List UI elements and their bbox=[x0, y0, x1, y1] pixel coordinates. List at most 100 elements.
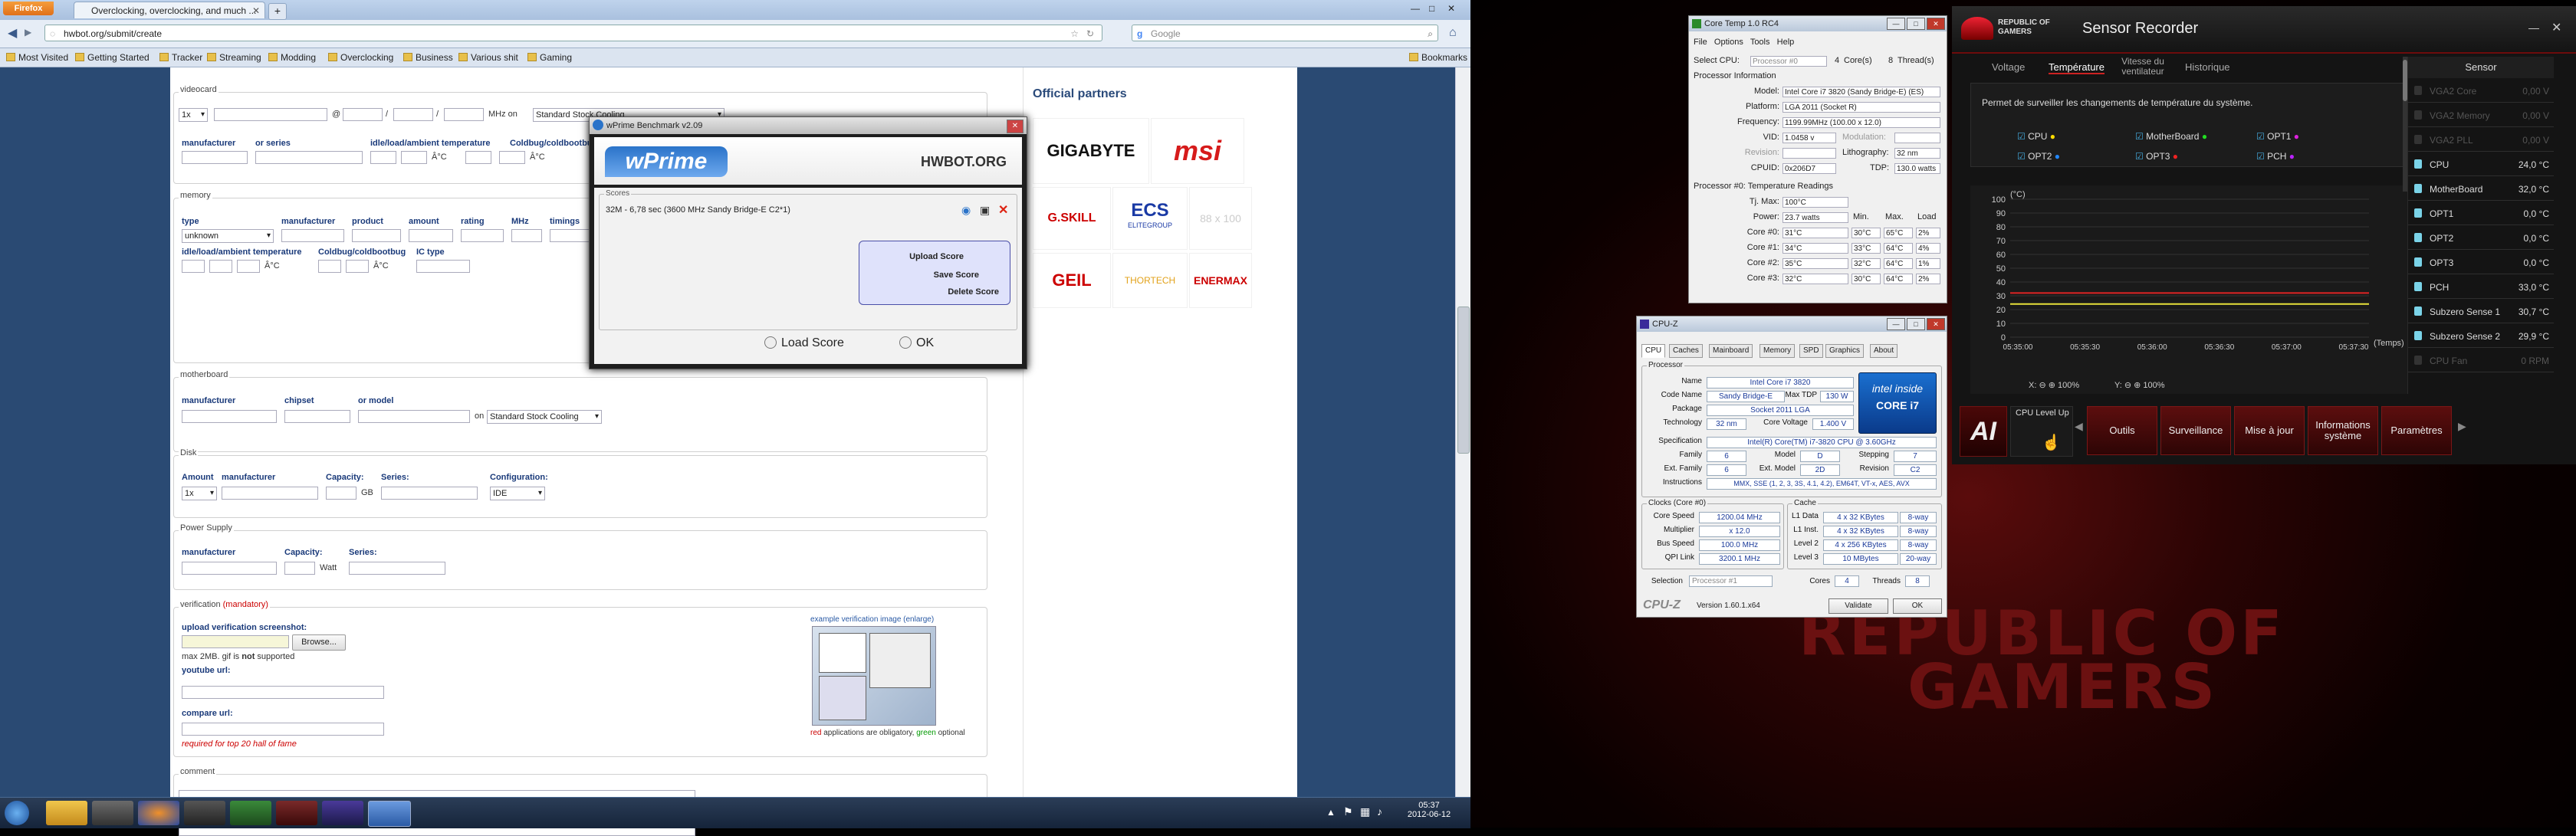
chart-y-zoom[interactable]: Y: ⊖ ⊕ 100% bbox=[2114, 380, 2165, 390]
example-image-link[interactable]: example verification image (enlarge) bbox=[810, 615, 934, 624]
tab-mainboard[interactable]: Mainboard bbox=[1709, 344, 1753, 358]
url-bar[interactable]: ◌ hwbot.org/submit/create ☆ ↻ bbox=[44, 25, 1102, 41]
videocard-name-input[interactable] bbox=[214, 108, 327, 121]
memory-rating-input[interactable] bbox=[461, 229, 504, 242]
tab-temperature[interactable]: Température bbox=[2049, 61, 2104, 74]
memory-mhz-input[interactable] bbox=[511, 229, 542, 242]
system-info-button[interactable]: Informations système bbox=[2308, 406, 2378, 455]
tab-fan-speed[interactable]: Vitesse du ventilateur bbox=[2116, 57, 2170, 77]
menu-file[interactable]: File bbox=[1694, 38, 1707, 47]
bookmark-modding[interactable]: Modding bbox=[268, 48, 316, 67]
mem-idle-temp-input[interactable] bbox=[182, 260, 205, 273]
videocard-series-input[interactable] bbox=[255, 151, 363, 164]
gigabyte-logo[interactable]: GIGABYTE bbox=[1033, 118, 1149, 184]
close-tab-icon[interactable]: ✕ bbox=[252, 2, 260, 18]
minimize-icon[interactable]: — bbox=[1887, 18, 1905, 30]
memory-amount-input[interactable] bbox=[409, 229, 453, 242]
firefox-menu-button[interactable]: Firefox bbox=[3, 2, 54, 15]
videocard-count-select[interactable]: 1x bbox=[179, 108, 208, 122]
enermax-logo[interactable]: ENERMAX bbox=[1189, 253, 1252, 308]
thortech-logo[interactable]: THORTECH bbox=[1112, 253, 1188, 308]
sensor-row[interactable]: CPU 24,0 °C bbox=[2408, 153, 2554, 176]
explorer-taskbar-icon[interactable] bbox=[46, 801, 87, 825]
disk-manufacturer-input[interactable] bbox=[222, 487, 318, 500]
ecs-logo[interactable]: ECS ELITEGROUP bbox=[1112, 187, 1188, 250]
check-opt2[interactable]: ☑ OPT2 ● bbox=[2017, 151, 2060, 162]
memory-product-input[interactable] bbox=[352, 229, 401, 242]
check-opt1[interactable]: ☑ OPT1 ● bbox=[2256, 131, 2299, 142]
close-icon[interactable]: ✕ bbox=[2551, 20, 2561, 35]
maximize-icon[interactable]: □ bbox=[1429, 3, 1434, 14]
geil-logo[interactable]: GEIL bbox=[1033, 253, 1111, 308]
coldbug-input[interactable] bbox=[465, 151, 491, 164]
sensor-row[interactable]: VGA2 Core 0,00 V bbox=[2408, 80, 2554, 103]
bookmark-gaming[interactable]: Gaming bbox=[527, 48, 572, 67]
sensor-row[interactable]: VGA2 Memory 0,00 V bbox=[2408, 104, 2554, 127]
chart-x-zoom[interactable]: X: ⊖ ⊕ 100% bbox=[2029, 380, 2079, 390]
browser-tab[interactable]: Overclocking, overclocking, and much ...… bbox=[74, 2, 265, 18]
ai-suite-logo[interactable]: AI bbox=[1960, 406, 2007, 457]
wprime-taskbar-icon[interactable] bbox=[368, 801, 411, 827]
coldbootbug-input[interactable] bbox=[499, 151, 525, 164]
minimize-icon[interactable]: — bbox=[1887, 318, 1905, 330]
update-button[interactable]: Mise à jour bbox=[2234, 406, 2305, 455]
search-bar[interactable]: g Google ⌕ bbox=[1132, 25, 1438, 41]
upload-score-item[interactable]: Upload Score bbox=[909, 252, 964, 261]
bookmark-getting-started[interactable]: Getting Started bbox=[75, 48, 150, 67]
left-arrow-icon[interactable]: ◀ bbox=[2075, 420, 2083, 433]
sensor-row[interactable]: VGA2 PLL 0,00 V bbox=[2408, 129, 2554, 152]
volume-icon[interactable]: ♪ bbox=[1377, 805, 1382, 818]
app-taskbar-icon[interactable] bbox=[184, 801, 225, 825]
coretemp-taskbar-icon[interactable] bbox=[230, 801, 271, 825]
tab-cpu[interactable]: CPU bbox=[1641, 344, 1666, 358]
tab-spd[interactable]: SPD bbox=[1799, 344, 1823, 358]
mb-manufacturer-input[interactable] bbox=[182, 410, 277, 423]
memory-manufacturer-input[interactable] bbox=[281, 229, 344, 242]
memory-type-select[interactable]: unknown bbox=[182, 229, 274, 243]
bookmark-most-visited[interactable]: Most Visited bbox=[6, 48, 68, 67]
shader-clock-input[interactable] bbox=[444, 108, 484, 121]
mb-model-input[interactable] bbox=[358, 410, 470, 423]
cpu-level-up-panel[interactable]: CPU Level Up ☝ bbox=[2010, 406, 2073, 457]
youtube-url-input[interactable] bbox=[182, 686, 384, 699]
delete-score-item[interactable]: Delete Score bbox=[948, 287, 999, 297]
start-button[interactable] bbox=[5, 801, 29, 825]
score-entry[interactable]: 32M - 6,78 sec (3600 MHz Sandy Bridge-E … bbox=[606, 205, 790, 215]
sensor-row[interactable]: OPT2 0,0 °C bbox=[2408, 227, 2554, 250]
sensor-row[interactable]: Subzero Sense 2 29,9 °C bbox=[2408, 325, 2554, 348]
sensor-row[interactable]: PCH 33,0 °C bbox=[2408, 276, 2554, 299]
bookmark-tracker[interactable]: Tracker bbox=[159, 48, 202, 67]
tab-memory[interactable]: Memory bbox=[1760, 344, 1796, 358]
tray-arrow-icon[interactable]: ▲ bbox=[1326, 807, 1336, 818]
mem-coldbootbug-input[interactable] bbox=[346, 260, 369, 273]
media-player-taskbar-icon[interactable] bbox=[92, 801, 133, 825]
disk-amount-select[interactable]: 1x bbox=[182, 487, 217, 500]
psu-manufacturer-input[interactable] bbox=[182, 562, 277, 575]
idle-temp-input[interactable] bbox=[370, 151, 396, 164]
mb-cooling-select[interactable]: Standard Stock Cooling bbox=[487, 410, 602, 424]
upload-file-input[interactable] bbox=[182, 635, 289, 648]
load-temp-input[interactable] bbox=[401, 151, 427, 164]
forward-icon[interactable]: ▶ bbox=[25, 27, 31, 38]
msi-logo[interactable]: msi bbox=[1151, 118, 1244, 184]
cpuz-taskbar-icon[interactable] bbox=[322, 801, 363, 825]
disk-series-input[interactable] bbox=[381, 487, 478, 500]
bookmark-overclocking[interactable]: Overclocking bbox=[328, 48, 393, 67]
minimize-icon[interactable]: — bbox=[1411, 3, 1420, 14]
load-score-radio[interactable] bbox=[764, 336, 777, 349]
bookmark-various[interactable]: Various shit bbox=[458, 48, 518, 67]
cpu-select[interactable]: Processor #0 bbox=[1750, 56, 1827, 67]
close-icon[interactable]: ✕ bbox=[1927, 318, 1945, 330]
search-icon[interactable]: ⌕ bbox=[1428, 25, 1433, 42]
mem-ambient-temp-input[interactable] bbox=[237, 260, 260, 273]
check-opt3[interactable]: ☑ OPT3 ● bbox=[2135, 151, 2178, 162]
close-icon[interactable]: ✕ bbox=[1447, 3, 1455, 14]
tools-button[interactable]: Outils bbox=[2087, 406, 2157, 455]
menu-options[interactable]: Options bbox=[1714, 38, 1743, 47]
bookmarks-menu[interactable]: Bookmarks bbox=[1409, 48, 1467, 67]
close-icon[interactable]: ✕ bbox=[1927, 18, 1945, 30]
menu-help[interactable]: Help bbox=[1777, 38, 1795, 47]
save-icon[interactable]: ▣ bbox=[980, 204, 990, 217]
example-verification-image[interactable] bbox=[812, 626, 936, 726]
memory-clock-input[interactable] bbox=[393, 108, 433, 121]
